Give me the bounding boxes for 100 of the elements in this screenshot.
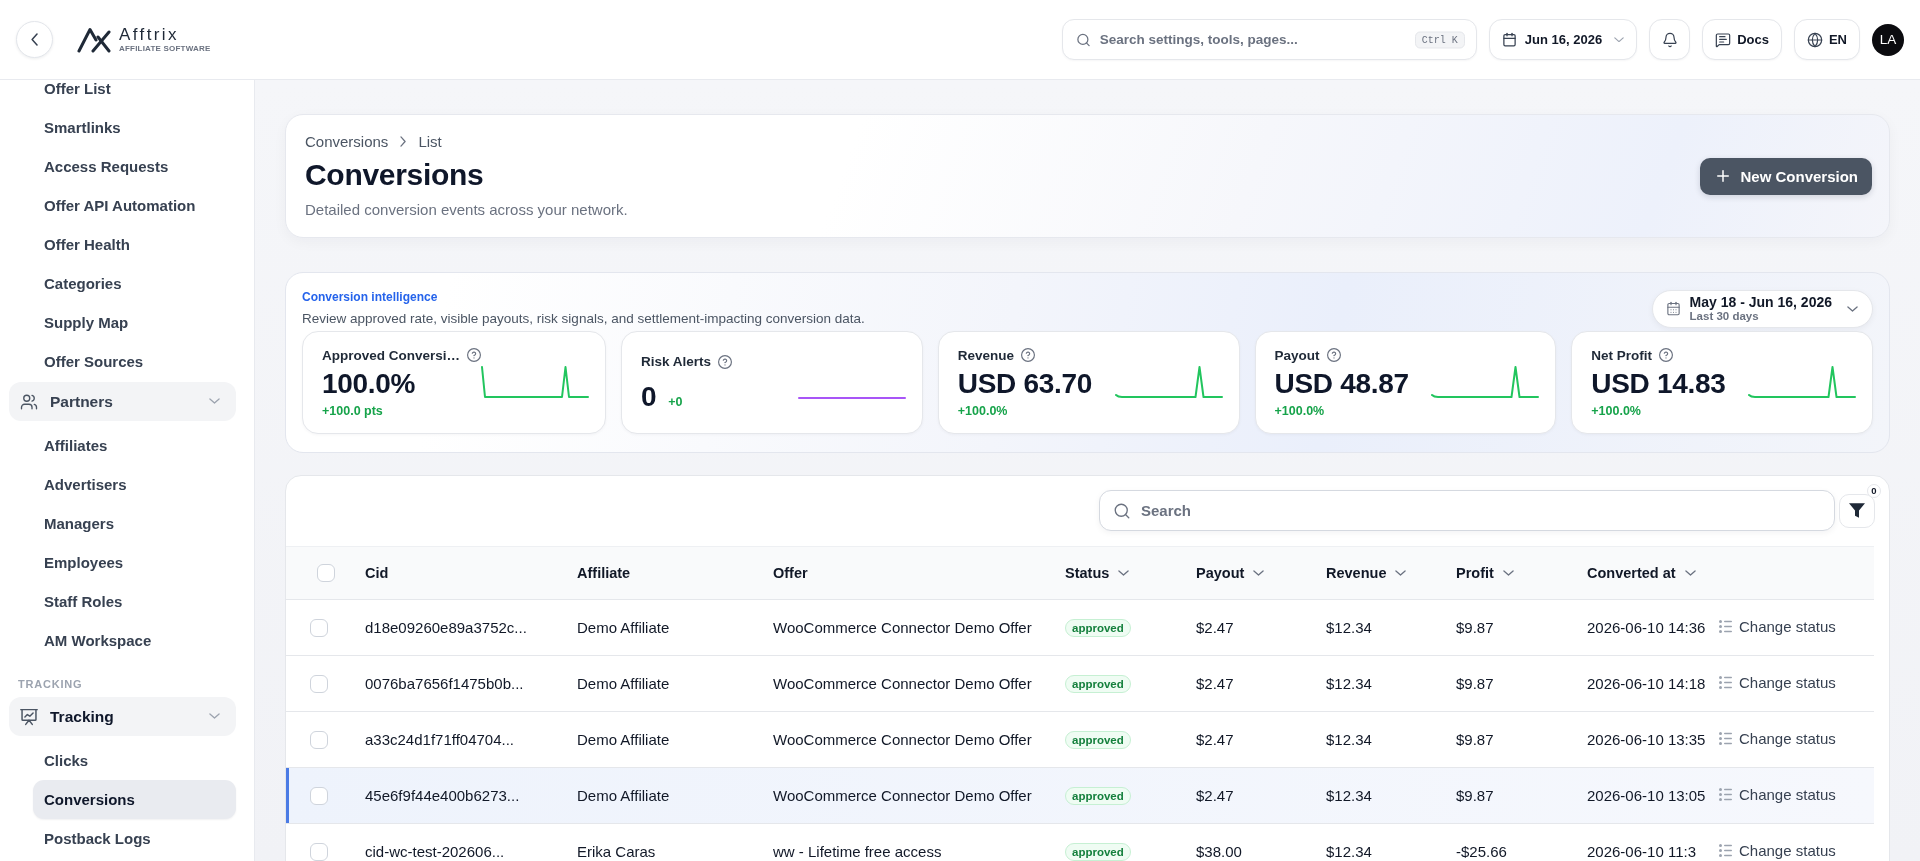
- status-badge: approved: [1065, 787, 1131, 805]
- shortcut-hint: Ctrl K: [1414, 31, 1465, 48]
- kpi-label: Net Profit: [1591, 347, 1652, 363]
- sort-icon: [1253, 569, 1265, 576]
- checkbox[interactable]: [310, 730, 328, 749]
- sidebar-item[interactable]: Affiliates: [33, 426, 236, 465]
- table-cell-text: Erika Caras: [577, 843, 657, 860]
- column-header[interactable]: Converted at: [1587, 565, 1719, 581]
- checkbox[interactable]: [310, 786, 328, 805]
- sidebar-item[interactable]: Managers: [33, 504, 236, 543]
- list-icon: [1719, 675, 1732, 689]
- sidebar-item[interactable]: Offer Sources: [33, 342, 236, 381]
- page-title: Conversions: [305, 157, 485, 193]
- sidebar-item[interactable]: Advertisers: [33, 465, 236, 504]
- new-conversion-button[interactable]: New Conversion: [1700, 157, 1872, 195]
- kpi-label: Revenue: [957, 347, 1015, 363]
- chart-board-icon: [20, 707, 38, 726]
- sidebar-group[interactable]: Partners: [9, 382, 236, 421]
- sort-icon: [1684, 569, 1696, 576]
- section-title: Conversion intelligence: [302, 290, 439, 306]
- checkbox[interactable]: [310, 618, 328, 637]
- table-cell-text: Demo Affiliate: [577, 675, 671, 692]
- breadcrumb-current: List: [418, 132, 442, 150]
- filter-icon: [1849, 503, 1865, 518]
- column-header[interactable]: Payout: [1196, 565, 1326, 581]
- table-cell-text: 2026-06-10 11:3: [1587, 843, 1697, 860]
- table-cell-text: 2026-06-10 13:05: [1587, 787, 1707, 804]
- sidebar-item[interactable]: Conversions: [33, 780, 236, 819]
- sidebar-item[interactable]: Offer List: [33, 80, 236, 108]
- change-status-button[interactable]: Change status: [1719, 673, 1836, 691]
- table-cell-text: $12.34: [1326, 787, 1373, 804]
- checkbox[interactable]: [310, 674, 328, 693]
- column-header[interactable]: Status: [1065, 565, 1196, 581]
- table-cell-text: $12.34: [1326, 843, 1373, 860]
- checkbox[interactable]: [310, 842, 328, 861]
- sidebar-item[interactable]: Offer API Automation: [33, 186, 236, 225]
- list-icon: [1719, 731, 1732, 745]
- date-range-button[interactable]: May 18 - Jun 16, 2026 Last 30 days: [1651, 289, 1873, 328]
- status-badge: approved: [1065, 843, 1131, 861]
- table-cell-text: 2026-06-10 14:36: [1587, 619, 1707, 636]
- calendar-icon: [1501, 32, 1517, 47]
- table-cell-text: $2.47: [1196, 619, 1235, 636]
- notifications-button[interactable]: [1649, 19, 1691, 60]
- sidebar-item[interactable]: Smartlinks: [33, 108, 236, 147]
- table-cell-text: WooCommerce Connector Demo Offer: [773, 675, 1033, 692]
- logo-icon: [77, 26, 111, 53]
- sidebar-item[interactable]: AM Workspace: [33, 621, 236, 660]
- docs-button[interactable]: Docs: [1702, 19, 1782, 60]
- table-cell-text: $9.87: [1456, 675, 1495, 692]
- sidebar-item[interactable]: Postback Logs: [33, 819, 236, 858]
- kpi-label: Approved Conversi…: [322, 347, 461, 363]
- search-field[interactable]: Search: [1099, 490, 1835, 531]
- change-status-button[interactable]: Change status: [1719, 785, 1836, 803]
- list-icon: [1719, 787, 1732, 801]
- help-icon[interactable]: [1021, 348, 1036, 363]
- sidebar-item[interactable]: Clicks: [33, 741, 236, 780]
- filter-button[interactable]: [1839, 493, 1875, 528]
- users-icon: [20, 392, 38, 411]
- date-button[interactable]: Jun 16, 2026: [1488, 19, 1638, 60]
- change-status-button[interactable]: Change status: [1719, 841, 1836, 859]
- sidebar-item[interactable]: Offer Health: [33, 225, 236, 264]
- help-icon[interactable]: [1326, 348, 1341, 363]
- table-row[interactable]: 45e6f9f44e400b6273... Demo Affiliate WooCommerce Connector Demo Offer approved $2.47 $12.34 $9.87 2026-06-10 13:05 Change status: [286, 768, 1874, 824]
- checkbox[interactable]: [317, 564, 335, 582]
- table-cell-text: WooCommerce Connector Demo Offer: [773, 731, 1033, 748]
- change-status-button[interactable]: Change status: [1719, 617, 1836, 635]
- help-icon[interactable]: [718, 354, 733, 369]
- back-icon: [30, 33, 39, 46]
- help-icon[interactable]: [1659, 348, 1673, 363]
- kpi-change: +100.0%: [1274, 403, 1326, 420]
- help-icon[interactable]: [467, 348, 482, 363]
- column-header: Affiliate: [577, 565, 632, 581]
- table-cell-text: -$25.66: [1456, 843, 1508, 860]
- logo-name: Afftrix: [119, 26, 179, 44]
- page-subtitle: Detailed conversion events across your network.: [305, 200, 628, 220]
- avatar[interactable]: LA: [1872, 23, 1904, 56]
- sidebar-item[interactable]: Categories: [33, 264, 236, 303]
- column-header[interactable]: Profit: [1456, 565, 1587, 581]
- back-button[interactable]: [16, 21, 53, 58]
- kpi-value: USD 48.87: [1274, 368, 1409, 401]
- language-button[interactable]: EN: [1793, 19, 1860, 60]
- column-header: Offer: [773, 565, 809, 581]
- kpi-change: +100.0 pts: [322, 403, 384, 420]
- column-header[interactable]: Revenue: [1326, 565, 1456, 581]
- breadcrumb-link[interactable]: Conversions: [305, 132, 389, 150]
- sidebar-item[interactable]: Access Requests: [33, 147, 236, 186]
- table-cell-text: Demo Affiliate: [577, 731, 671, 748]
- sidebar-item[interactable]: Supply Map: [33, 303, 236, 342]
- sort-icon: [1118, 569, 1130, 576]
- table-cell-text: $9.87: [1456, 787, 1495, 804]
- sidebar-item[interactable]: Staff Roles: [33, 582, 236, 621]
- table-cell-text: a33c24d1f71ff04704...: [365, 731, 516, 748]
- table-cell-text: Demo Affiliate: [577, 619, 671, 636]
- sidebar-group[interactable]: Tracking: [9, 697, 236, 736]
- kpi-change: +100.0%: [1591, 403, 1642, 420]
- sidebar-item[interactable]: Employees: [33, 543, 236, 582]
- table-cell-text: WooCommerce Connector Demo Offer: [773, 787, 1033, 804]
- section-description: Review approved rate, visible payouts, risk signals, and settlement-impacting conversion data.: [302, 310, 865, 328]
- table-cell-text: $12.34: [1326, 731, 1373, 748]
- change-status-button[interactable]: Change status: [1719, 729, 1836, 747]
